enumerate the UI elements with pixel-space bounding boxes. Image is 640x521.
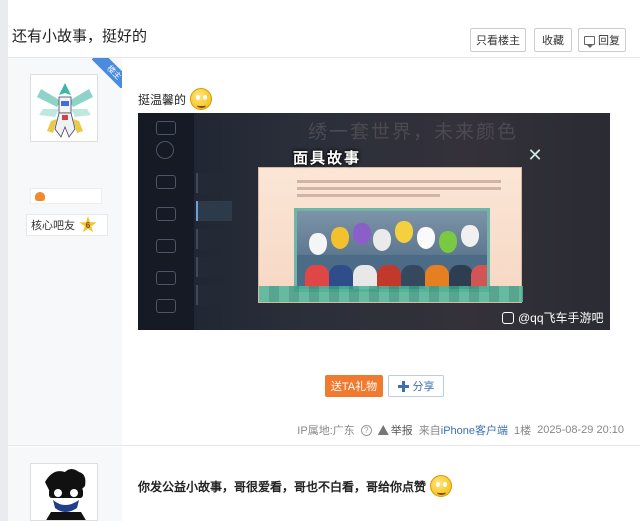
- game-at-icon: [156, 141, 174, 159]
- report-link[interactable]: 举报: [377, 422, 413, 438]
- sketch-avatar-image: [45, 469, 86, 520]
- game-menu-row: [196, 173, 232, 193]
- close-icon: ✕: [527, 145, 543, 165]
- game-menu-row: [196, 229, 232, 249]
- plus-icon: [397, 380, 409, 392]
- badge-label: 核心吧友: [31, 220, 75, 232]
- post-image[interactable]: 绣一套世界，未来颜色 面具故事 ✕ @qq飞车手游吧: [138, 113, 610, 330]
- favorite-button[interactable]: 收藏: [534, 28, 572, 52]
- only-op-label: 只看楼主: [476, 35, 520, 47]
- watermark-text: @qq飞车手游吧: [518, 311, 604, 325]
- op-tag-label: 楼主: [92, 58, 122, 88]
- game-menu-row: [196, 257, 232, 277]
- smile-emoji-icon: [190, 88, 213, 110]
- popup-wave-decoration: [259, 286, 523, 302]
- post-text: 挺温馨的: [138, 92, 187, 107]
- client-info: 来自iPhone客户端: [419, 422, 508, 438]
- image-bg-title: 绣一套世界，未来颜色: [308, 121, 519, 143]
- report-label: 举报: [390, 425, 413, 437]
- thread-header: 还有小故事，挺好的 只看楼主 收藏 回复: [8, 8, 640, 58]
- popup-title: 面具故事: [293, 149, 362, 167]
- image-watermark: @qq飞车手游吧: [502, 309, 604, 326]
- level-badge[interactable]: 核心吧友 6: [26, 214, 108, 236]
- author-column: [8, 447, 122, 521]
- flame-icon: [35, 192, 45, 201]
- game-people-icon: [156, 299, 176, 313]
- game-list-icon: [156, 207, 176, 221]
- post-timestamp: 2025-08-29 20:10: [537, 424, 624, 436]
- fan-badge[interactable]: [30, 188, 102, 204]
- game-menu-row: [196, 201, 232, 221]
- post-content: 你发公益小故事，哥很爱看，哥也不白看，哥给你点赞: [138, 475, 453, 497]
- weibo-logo-icon: [502, 311, 514, 324]
- game-menu-icon: [156, 121, 176, 135]
- image-game-menu: [196, 173, 232, 313]
- send-gift-button[interactable]: 送TA礼物: [325, 375, 383, 397]
- mecha-avatar-image: [37, 83, 93, 138]
- level-number: 6: [85, 220, 91, 230]
- reply-icon: [584, 35, 595, 48]
- author-column: 楼主 核心吧友 6: [8, 58, 122, 445]
- post-floor-1: 楼主 核心吧友 6 挺温馨的 绣一套世界，未来颜色 面具故事 ✕ @qq飞车手游…: [8, 58, 640, 446]
- masks-photo: [294, 208, 490, 292]
- only-op-button[interactable]: 只看楼主: [470, 28, 526, 52]
- favorite-label: 收藏: [542, 35, 564, 47]
- client-link[interactable]: iPhone客户端: [441, 425, 508, 437]
- game-settings-icon: [156, 239, 176, 253]
- game-shield-icon: [156, 271, 176, 285]
- post-floor-2: 你发公益小故事，哥很爱看，哥也不白看，哥给你点赞: [8, 447, 640, 521]
- thread-page: 还有小故事，挺好的 只看楼主 收藏 回复 楼主 核心吧友 6 挺温馨的 绣一套世…: [8, 0, 640, 521]
- image-popup: [258, 167, 523, 303]
- game-home-icon: [156, 175, 176, 189]
- help-icon[interactable]: ?: [360, 424, 372, 436]
- warning-icon: [377, 425, 389, 435]
- post-content: 挺温馨的: [138, 88, 213, 110]
- post-text: 你发公益小故事，哥很爱看，哥也不白看，哥给你点赞: [138, 479, 427, 494]
- client-prefix: 来自: [418, 425, 441, 437]
- share-label: 分享: [412, 381, 435, 393]
- avatar[interactable]: [30, 463, 98, 521]
- floor-number: 1楼: [514, 425, 532, 437]
- reply-label: 回复: [598, 35, 620, 47]
- smile-emoji-icon: [430, 475, 453, 497]
- popup-text-lines: [297, 180, 501, 204]
- level-star-icon: 6: [79, 216, 97, 233]
- share-button[interactable]: 分享: [388, 375, 444, 397]
- reply-button[interactable]: 回复: [578, 28, 626, 52]
- thread-title: 还有小故事，挺好的: [12, 28, 148, 45]
- game-menu-row: [196, 285, 232, 305]
- image-game-sidebar: [138, 113, 194, 330]
- post-meta: IP属地:广东 ? 举报 来自iPhone客户端 1楼 2025-08-29 2…: [297, 422, 624, 438]
- op-tag: 楼主: [92, 58, 122, 88]
- avatar[interactable]: [30, 74, 98, 142]
- send-gift-label: 送TA礼物: [330, 381, 378, 393]
- ip-location: IP属地:广东: [297, 425, 355, 437]
